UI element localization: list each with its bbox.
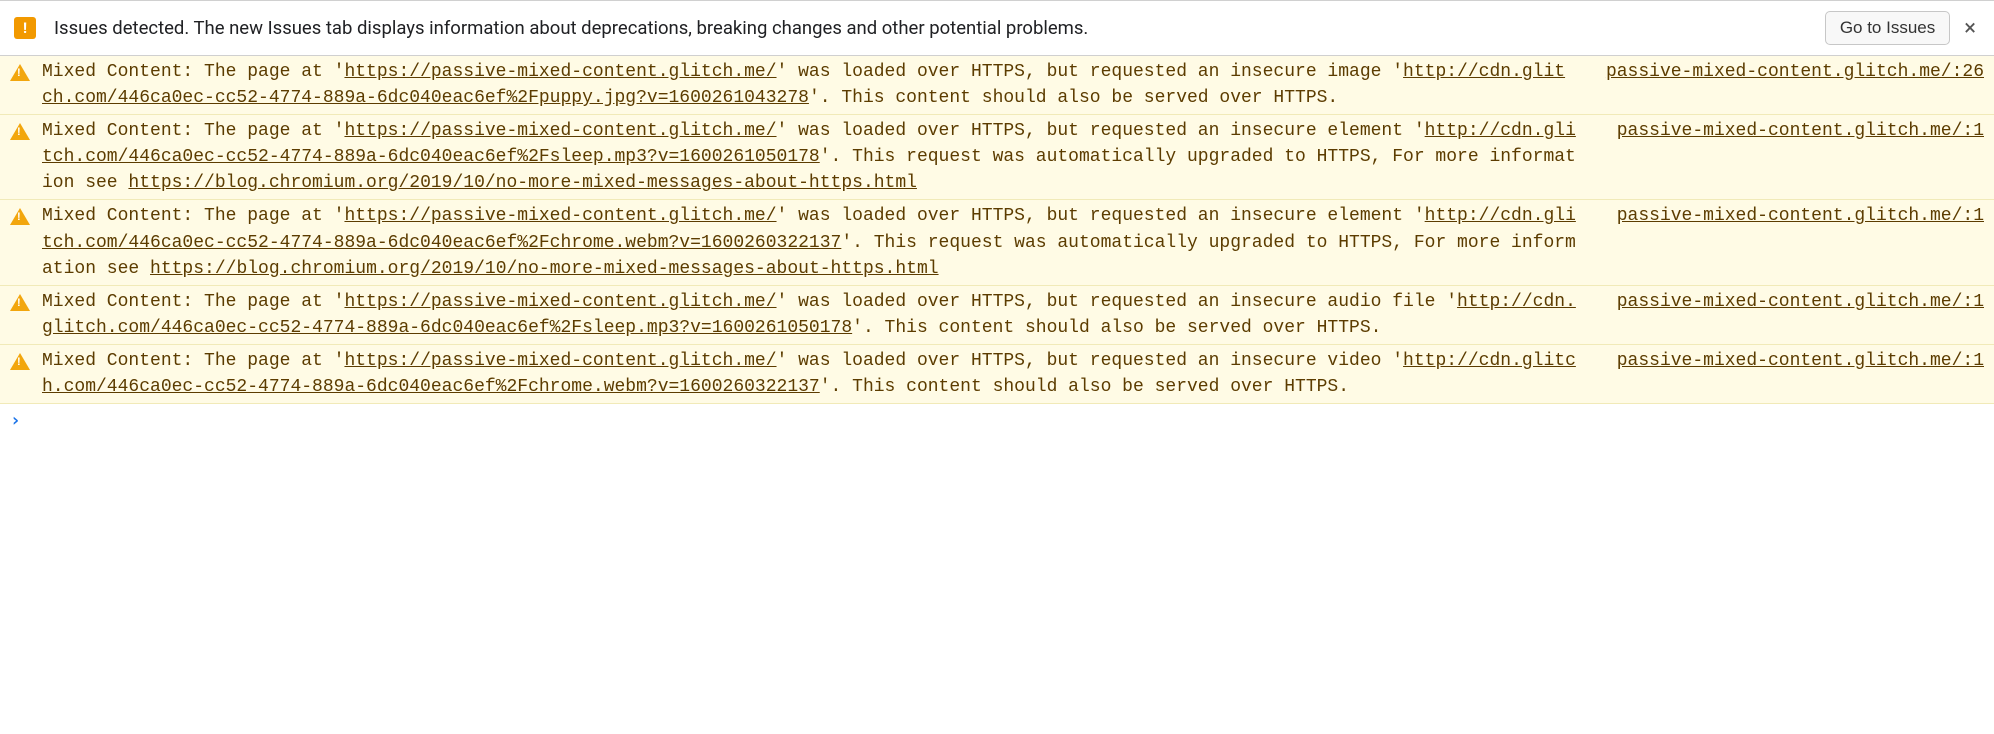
warning-triangle-icon	[10, 208, 30, 225]
page-url-link[interactable]: https://passive-mixed-content.glitch.me/	[344, 351, 776, 371]
warning-triangle-icon	[10, 353, 30, 370]
console-warning-row[interactable]: Mixed Content: The page at 'https://pass…	[0, 345, 1994, 404]
console-message-text: Mixed Content: The page at 'https://pass…	[42, 59, 1586, 111]
console-warning-row[interactable]: Mixed Content: The page at 'https://pass…	[0, 286, 1994, 345]
close-issues-bar-icon[interactable]: ×	[1960, 16, 1980, 41]
go-to-issues-button[interactable]: Go to Issues	[1825, 11, 1950, 45]
issues-warning-icon	[14, 17, 36, 39]
issues-notification-bar: Issues detected. The new Issues tab disp…	[0, 0, 1994, 56]
console-message-text: Mixed Content: The page at 'https://pass…	[42, 289, 1597, 341]
warning-triangle-icon	[10, 294, 30, 311]
prompt-chevron-icon: ›	[10, 410, 21, 431]
console-message-list: Mixed Content: The page at 'https://pass…	[0, 56, 1994, 404]
info-url-link[interactable]: https://blog.chromium.org/2019/10/no-mor…	[128, 173, 917, 193]
console-message-text: Mixed Content: The page at 'https://pass…	[42, 118, 1597, 196]
message-source-link[interactable]: passive-mixed-content.glitch.me/:1	[1617, 203, 1984, 229]
page-url-link[interactable]: https://passive-mixed-content.glitch.me/	[344, 292, 776, 312]
console-warning-row[interactable]: Mixed Content: The page at 'https://pass…	[0, 115, 1994, 200]
issues-notification-text: Issues detected. The new Issues tab disp…	[54, 17, 1825, 39]
page-url-link[interactable]: https://passive-mixed-content.glitch.me/	[344, 62, 776, 82]
warning-triangle-icon	[10, 64, 30, 81]
console-message-text: Mixed Content: The page at 'https://pass…	[42, 203, 1597, 281]
console-warning-row[interactable]: Mixed Content: The page at 'https://pass…	[0, 56, 1994, 115]
page-url-link[interactable]: https://passive-mixed-content.glitch.me/	[344, 121, 776, 141]
message-source-link[interactable]: passive-mixed-content.glitch.me/:26	[1606, 59, 1984, 85]
info-url-link[interactable]: https://blog.chromium.org/2019/10/no-mor…	[150, 259, 939, 279]
message-source-link[interactable]: passive-mixed-content.glitch.me/:1	[1617, 118, 1984, 144]
console-message-text: Mixed Content: The page at 'https://pass…	[42, 348, 1597, 400]
page-url-link[interactable]: https://passive-mixed-content.glitch.me/	[344, 206, 776, 226]
console-input-row[interactable]: ›	[0, 404, 1994, 437]
message-source-link[interactable]: passive-mixed-content.glitch.me/:1	[1617, 348, 1984, 374]
message-source-link[interactable]: passive-mixed-content.glitch.me/:1	[1617, 289, 1984, 315]
console-warning-row[interactable]: Mixed Content: The page at 'https://pass…	[0, 200, 1994, 285]
warning-triangle-icon	[10, 123, 30, 140]
